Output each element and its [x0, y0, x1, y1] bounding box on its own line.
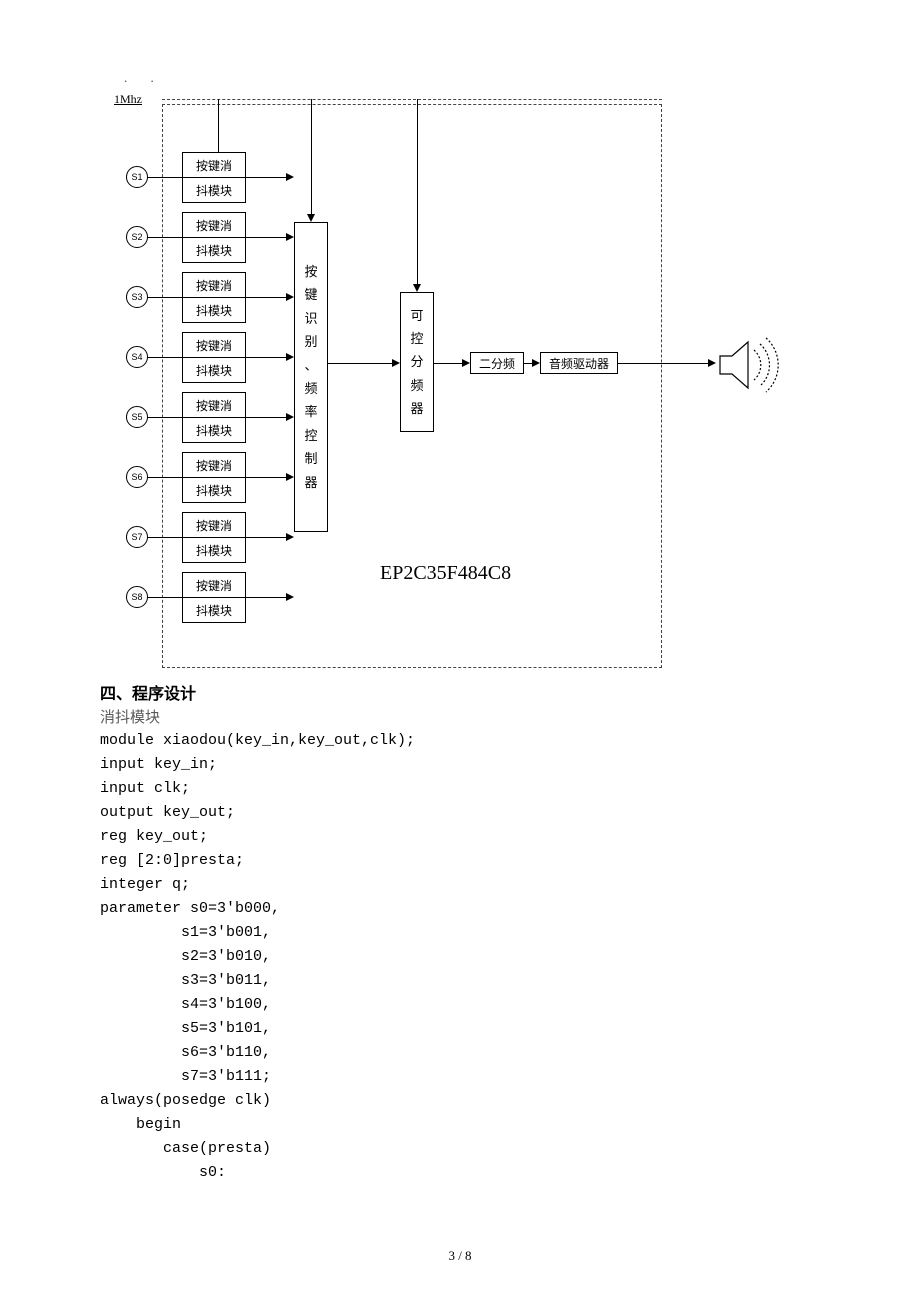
key-button-s6: S6 — [126, 466, 148, 488]
div2-to-audio-line — [524, 363, 532, 364]
debounce-label-bot: 抖模块 — [183, 358, 245, 382]
debounce-label-bot: 抖模块 — [183, 418, 245, 442]
wire — [246, 597, 286, 598]
wire — [148, 477, 182, 478]
div-to-div2-line — [434, 363, 462, 364]
wire — [148, 177, 182, 178]
controller-char: 识 — [304, 307, 317, 330]
audio-driver-block: 音频驱动器 — [540, 352, 618, 374]
arrow-icon — [413, 284, 421, 292]
wire — [246, 417, 286, 418]
wire — [246, 477, 286, 478]
debounce-label-bot: 抖模块 — [183, 178, 245, 202]
chip-label: EP2C35F484C8 — [380, 562, 511, 585]
debounce-label-bot: 抖模块 — [183, 598, 245, 622]
key-button-s3: S3 — [126, 286, 148, 308]
divider-char: 可 — [410, 304, 423, 327]
controller-char: 器 — [304, 471, 317, 494]
section-heading: 四、程序设计 — [100, 680, 835, 704]
controller-char: 频 — [304, 377, 317, 400]
debounce-label-top: 按键消 — [183, 393, 245, 418]
divider-char: 频 — [410, 374, 423, 397]
debounce-block: 按键消抖模块 — [182, 212, 246, 263]
debounce-block: 按键消抖模块 — [182, 572, 246, 623]
debounce-label-top: 按键消 — [183, 273, 245, 298]
header-dots: . . — [124, 70, 835, 86]
controller-char: 制 — [304, 447, 317, 470]
div2-block: 二分频 — [470, 352, 524, 374]
controllable-divider-block: 可控分频器 — [400, 292, 434, 432]
wire — [246, 237, 286, 238]
controller-char: 别 — [304, 330, 317, 353]
divider-char: 控 — [410, 327, 423, 350]
wire — [148, 357, 182, 358]
divider-char: 分 — [410, 350, 423, 373]
debounce-label-bot: 抖模块 — [183, 298, 245, 322]
wire — [218, 139, 219, 152]
wire — [148, 237, 182, 238]
controller-char: 率 — [304, 400, 317, 423]
debounce-label-bot: 抖模块 — [183, 538, 245, 562]
debounce-block: 按键消抖模块 — [182, 332, 246, 383]
arrow-icon — [307, 214, 315, 222]
key-button-s1: S1 — [126, 166, 148, 188]
debounce-label-top: 按键消 — [183, 153, 245, 178]
clk-tap-3 — [417, 99, 418, 284]
arrow-icon — [286, 593, 294, 601]
debounce-block: 按键消抖模块 — [182, 272, 246, 323]
clock-line — [162, 99, 662, 100]
clk-tap-1 — [218, 99, 219, 139]
arrow-icon — [286, 353, 294, 361]
debounce-block: 按键消抖模块 — [182, 452, 246, 503]
wire — [246, 357, 286, 358]
arrow-icon — [286, 233, 294, 241]
speaker-icon — [714, 330, 784, 400]
wire — [246, 177, 286, 178]
audio-to-spk-line — [618, 363, 708, 364]
ctrl-to-div-line — [328, 363, 392, 364]
key-button-s4: S4 — [126, 346, 148, 368]
key-button-s2: S2 — [126, 226, 148, 248]
subsection-label: 消抖模块 — [100, 706, 835, 727]
wire — [246, 297, 286, 298]
arrow-icon — [392, 359, 400, 367]
clock-label: 1Mhz — [114, 92, 142, 107]
arrow-icon — [286, 173, 294, 181]
debounce-block: 按键消抖模块 — [182, 512, 246, 563]
wire — [148, 297, 182, 298]
arrow-icon — [532, 359, 540, 367]
debounce-label-bot: 抖模块 — [183, 238, 245, 262]
debounce-label-top: 按键消 — [183, 453, 245, 478]
wire — [148, 537, 182, 538]
arrow-icon — [286, 413, 294, 421]
key-button-s8: S8 — [126, 586, 148, 608]
debounce-label-top: 按键消 — [183, 513, 245, 538]
arrow-icon — [286, 473, 294, 481]
wire — [246, 537, 286, 538]
debounce-block: 按键消抖模块 — [182, 152, 246, 203]
key-button-s5: S5 — [126, 406, 148, 428]
page-number: 3 / 8 — [0, 1248, 920, 1264]
controller-char: 键 — [304, 283, 317, 306]
controller-char: 控 — [304, 424, 317, 447]
arrow-icon — [286, 533, 294, 541]
clk-tap-2 — [311, 99, 312, 214]
key-controller-block: 按键识别、频率控制器 — [294, 222, 328, 532]
controller-char: 、 — [304, 354, 317, 377]
debounce-label-top: 按键消 — [183, 213, 245, 238]
divider-char: 器 — [410, 397, 423, 420]
wire — [148, 417, 182, 418]
debounce-label-top: 按键消 — [183, 333, 245, 358]
arrow-icon — [462, 359, 470, 367]
debounce-label-top: 按键消 — [183, 573, 245, 598]
code-block: module xiaodou(key_in,key_out,clk); inpu… — [100, 729, 835, 1185]
wire — [148, 597, 182, 598]
debounce-block: 按键消抖模块 — [182, 392, 246, 443]
controller-char: 按 — [304, 260, 317, 283]
debounce-label-bot: 抖模块 — [183, 478, 245, 502]
arrow-icon — [286, 293, 294, 301]
key-button-s7: S7 — [126, 526, 148, 548]
block-diagram: 1Mhz 按键识别、频率控制器 可控分频器 二分频 音频驱动器 EP2C35F4… — [100, 92, 820, 672]
